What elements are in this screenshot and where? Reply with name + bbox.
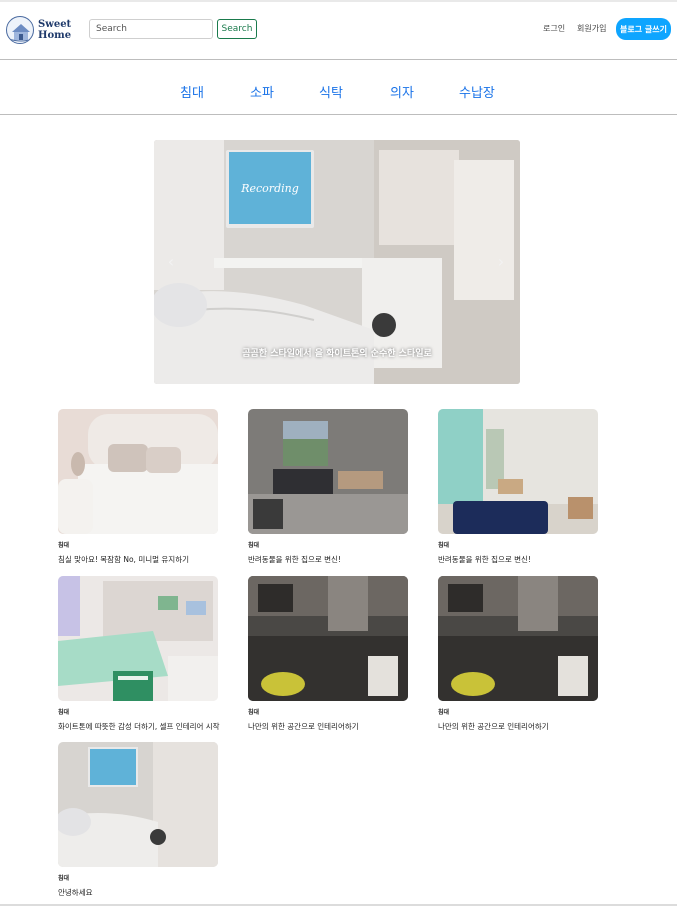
search-input[interactable] — [89, 19, 213, 39]
category-sofa[interactable]: 소파 — [250, 82, 274, 101]
post-thumbnail[interactable] — [58, 409, 218, 534]
post-category: 침대 — [248, 709, 260, 716]
post-thumbnail[interactable] — [58, 576, 218, 701]
post-title[interactable]: 반려동물을 위한 집으로 변신! — [248, 554, 408, 565]
post-title[interactable]: 나만의 위한 공간으로 인테리어하기 — [438, 721, 598, 732]
post-thumbnail[interactable] — [438, 576, 598, 701]
logo-text-line1: Sweet — [38, 19, 72, 30]
chevron-right-icon[interactable]: › — [494, 252, 508, 272]
post-category: 침대 — [438, 709, 450, 716]
post-title[interactable]: 나만의 위한 공간으로 인테리어하기 — [248, 721, 408, 732]
post-card[interactable]: 침대 반려동물을 위한 집으로 변신! — [248, 409, 408, 565]
post-title[interactable]: 침실 맞아요! 목잠함 No, 미니멀 유지하기 — [58, 554, 218, 565]
category-table[interactable]: 식탁 — [319, 82, 343, 101]
post-category: 침대 — [58, 542, 70, 549]
post-thumbnail[interactable] — [58, 742, 218, 867]
category-bed[interactable]: 침대 — [180, 82, 204, 101]
post-thumbnail[interactable] — [248, 409, 408, 534]
post-card[interactable]: 침대 안녕하세요 — [58, 742, 218, 898]
category-storage[interactable]: 수납장 — [459, 82, 495, 101]
post-card[interactable]: 침대 나만의 위한 공간으로 인테리어하기 — [438, 576, 598, 732]
post-category: 침대 — [438, 542, 450, 549]
post-card[interactable]: 침대 침실 맞아요! 목잠함 No, 미니멀 유지하기 — [58, 409, 218, 565]
monitor-text: Recording — [240, 182, 299, 195]
post-title[interactable]: 안녕하세요 — [58, 887, 218, 898]
signup-link[interactable]: 회원가입 — [577, 23, 606, 34]
post-title[interactable]: 화이트톤에 따뜻한 감성 더하기, 셀프 인테리어 시작 — [58, 721, 220, 732]
post-card[interactable]: 침대 반려동물을 위한 집으로 변신! — [438, 409, 598, 565]
post-thumbnail[interactable] — [438, 409, 598, 534]
login-link[interactable]: 로그인 — [543, 23, 565, 34]
post-card[interactable]: 침대 화이트톤에 따뜻한 감성 더하기, 셀프 인테리어 시작 — [58, 576, 220, 732]
category-nav: 침대 소파 식탁 의자 수납장 — [0, 62, 677, 115]
post-category: 침대 — [58, 709, 70, 716]
logo-text-line2: Home — [38, 30, 72, 41]
hero-carousel[interactable]: Recording ‹ › 곰곰한 스타일에서 을 화이트톤의 순수한 스타일로 — [154, 140, 520, 384]
carousel-caption: 곰곰한 스타일에서 을 화이트톤의 순수한 스타일로 — [242, 349, 432, 359]
category-chair[interactable]: 의자 — [390, 82, 414, 101]
logo[interactable]: Sweet Home — [6, 16, 78, 44]
post-category: 침대 — [248, 542, 260, 549]
post-title[interactable]: 반려동물을 위한 집으로 변신! — [438, 554, 598, 565]
post-category: 침대 — [58, 875, 70, 882]
post-card[interactable]: 침대 나만의 위한 공간으로 인테리어하기 — [248, 576, 408, 732]
site-header: Sweet Home Search 로그인 회원가입 블로그 글쓰기 — [0, 2, 677, 60]
chevron-left-icon[interactable]: ‹ — [164, 252, 178, 272]
write-blog-button[interactable]: 블로그 글쓰기 — [616, 18, 671, 40]
search-button[interactable]: Search — [217, 19, 257, 39]
post-thumbnail[interactable] — [248, 576, 408, 701]
house-logo-icon — [6, 16, 34, 44]
